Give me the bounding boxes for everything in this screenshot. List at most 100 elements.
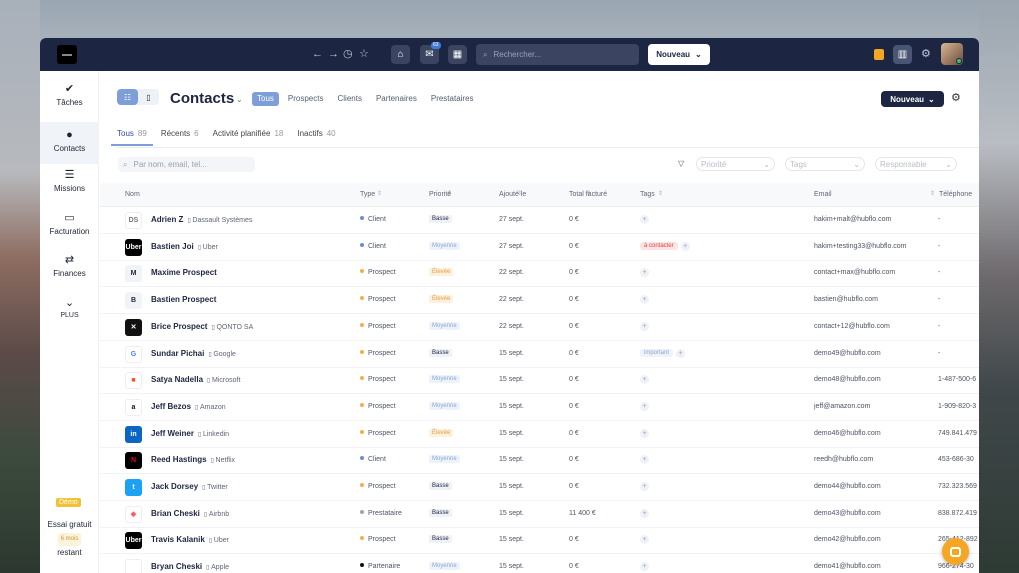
top-new-button[interactable]: Nouveau ⌄ (648, 44, 710, 65)
contact-name[interactable]: Brian Cheski Airbnb (151, 509, 229, 518)
contact-name[interactable]: Adrien ZDassault Systèmes (151, 215, 252, 224)
priority-badge[interactable]: Moyenne (429, 455, 460, 464)
col-email[interactable]: Email (814, 191, 832, 198)
priority-badge[interactable]: Moyenne (429, 241, 460, 250)
table-row[interactable]: N Reed Hastings Netflix Client Moyenne 15… (100, 447, 979, 475)
add-tag-button[interactable]: + (640, 295, 649, 305)
filter-tous[interactable]: Tous (252, 92, 279, 106)
sidebar-item-taches[interactable]: ✔ Tâches (40, 82, 99, 122)
sort-icon[interactable]: ⇕ (658, 190, 663, 197)
home-button[interactable]: ⌂ (391, 45, 410, 64)
sidebar-item-finances[interactable]: ⇄ Finances (40, 253, 99, 293)
priority-badge[interactable]: Basse (429, 482, 452, 490)
table-row[interactable]: G Sundar PichaiGoogle Prospect Basse 15 … (100, 341, 979, 368)
col-priorite[interactable]: Priorité (429, 191, 451, 198)
phone-cell[interactable]: 838.872.419 (938, 510, 977, 517)
priority-badge[interactable]: Basse (429, 508, 452, 517)
email-cell[interactable]: contact+12@hubflo.com (814, 323, 890, 330)
table-row[interactable]: ✕ Brice ProspectQONTO SA Prospect Moyenn… (100, 314, 979, 341)
priority-badge[interactable]: Moyenne (429, 375, 460, 384)
filter-funnel-icon[interactable]: ▽ (678, 159, 684, 168)
history-icon[interactable]: ◷ (343, 48, 353, 60)
contact-name[interactable]: Bastien Prospect (151, 295, 216, 304)
add-tag-button[interactable]: + (640, 268, 649, 278)
contact-name[interactable]: Sundar PichaiGoogle (151, 349, 236, 358)
priority-badge[interactable]: Élevée (429, 295, 454, 304)
table-row[interactable]: ◆ Brian Cheski Airbnb Prestataire Basse 1… (100, 501, 979, 528)
add-tag-button[interactable]: + (640, 215, 649, 224)
email-cell[interactable]: demo48@hubflo.com (814, 376, 881, 383)
contact-name[interactable]: Reed Hastings Netflix (151, 455, 235, 464)
table-row[interactable]: Uber Travis Kalanik Uber Prospect Basse 1… (100, 527, 979, 555)
contact-search-input[interactable]: ⌕ Par nom, email, tel... (118, 157, 255, 172)
col-ajoute-le[interactable]: Ajouté le (499, 191, 526, 198)
email-cell[interactable]: demo42@hubflo.com (814, 536, 881, 543)
email-cell[interactable]: demo43@hubflo.com (814, 510, 881, 517)
table-row[interactable]: M Maxime Prospect Prospect Élevée 22 sep… (100, 260, 979, 288)
col-total-facture[interactable]: Total facturé (569, 191, 607, 198)
phone-cell[interactable]: - (938, 243, 940, 250)
tab-tous[interactable]: Tous 89 (111, 129, 153, 146)
sidebar-item-missions[interactable]: ☰ Missions (40, 168, 99, 208)
app-logo[interactable] (57, 45, 77, 64)
table-row[interactable]: a Jeff BezosAmazon Prospect Moyenne 15 s… (100, 394, 979, 421)
contact-name[interactable]: Bastien Joi Uber (151, 242, 218, 251)
table-row[interactable]: ■ Satya NadellaMicrosoft Prospect Moyenn… (100, 367, 979, 395)
contact-name[interactable]: Jeff BezosAmazon (151, 402, 226, 411)
filter-prospects[interactable]: Prospects (283, 92, 329, 106)
table-row[interactable]: B Bastien Prospect Prospect Élevée 22 se… (100, 287, 979, 315)
tab-recents[interactable]: Récents 6 (161, 129, 199, 146)
phone-cell[interactable]: 732.323.569 (938, 483, 977, 490)
contact-name[interactable]: Brice ProspectQONTO SA (151, 322, 253, 331)
sort-icon[interactable]: ⇕ (930, 190, 935, 197)
add-tag-button[interactable]: + (640, 401, 649, 411)
add-tag-button[interactable]: + (680, 241, 690, 251)
list-view-icon[interactable]: ☷ (117, 89, 138, 105)
priority-badge[interactable]: Élevée (429, 268, 454, 277)
sidebar-item-contacts[interactable]: ● Contacts (40, 122, 99, 164)
add-tag-button[interactable]: + (640, 482, 649, 491)
priority-select[interactable]: Priorité ⌄ (696, 157, 775, 171)
priority-badge[interactable]: Basse (429, 348, 452, 357)
new-contact-button[interactable]: Nouveau ⌄ (881, 91, 944, 107)
email-cell[interactable]: bastien@hubflo.com (814, 296, 878, 303)
table-row[interactable]: Bryan CheskiApple Partenaire Moyenne 15 … (100, 554, 979, 573)
email-cell[interactable]: reedh@hubflo.com (814, 456, 873, 463)
contact-name[interactable]: Satya NadellaMicrosoft (151, 375, 240, 384)
add-tag-button[interactable]: + (640, 428, 649, 438)
notification-icon[interactable] (874, 49, 884, 60)
add-tag-button[interactable]: + (640, 321, 649, 331)
owner-select[interactable]: Responsable ⌄ (875, 157, 957, 171)
priority-badge[interactable]: Élevée (429, 428, 454, 437)
priority-badge[interactable]: Moyenne (429, 321, 460, 330)
table-row[interactable]: Uber Bastien Joi Uber Client Moyenne 27 s… (100, 234, 979, 261)
contact-name[interactable]: Jack DorseyTwitter (151, 482, 228, 491)
add-tag-button[interactable]: + (640, 562, 649, 572)
email-cell[interactable]: demo41@hubflo.com (814, 563, 881, 570)
filter-prestataires[interactable]: Prestataires (426, 92, 479, 106)
phone-cell[interactable]: 1-909-820-3 (938, 403, 976, 410)
phone-cell[interactable]: - (938, 296, 940, 303)
tag-badge[interactable]: important (640, 348, 674, 357)
tag-badge[interactable]: à contacter (640, 241, 678, 250)
email-cell[interactable]: jeff@amazon.com (814, 403, 870, 410)
filter-clients[interactable]: Clients (332, 92, 366, 106)
settings-gear-icon[interactable]: ⚙ (921, 48, 931, 60)
phone-cell[interactable]: 1-487-500-6 (938, 376, 976, 383)
contact-name[interactable]: Jeff Weiner Linkedin (151, 429, 229, 438)
phone-cell[interactable]: - (938, 350, 940, 357)
chat-button[interactable] (942, 538, 969, 565)
star-icon[interactable]: ☆ (359, 48, 369, 60)
tab-inactifs[interactable]: Inactifs 40 (297, 129, 335, 146)
tags-select[interactable]: Tags ⌄ (785, 157, 865, 171)
add-tag-button[interactable]: + (640, 535, 649, 545)
tab-activite-planifiee[interactable]: Activité planifiée 18 (213, 129, 284, 146)
contact-name[interactable]: Maxime Prospect (151, 268, 217, 277)
add-tag-button[interactable]: + (640, 508, 649, 518)
contact-name[interactable]: Bryan CheskiApple (151, 562, 229, 571)
phone-cell[interactable]: - (938, 323, 940, 330)
email-cell[interactable]: hakim+malt@hubflo.com (814, 216, 891, 223)
settings-gear-icon[interactable]: ⚙ (951, 91, 961, 104)
sort-icon[interactable]: ⇕ (377, 190, 382, 197)
priority-badge[interactable]: Basse (429, 215, 452, 223)
